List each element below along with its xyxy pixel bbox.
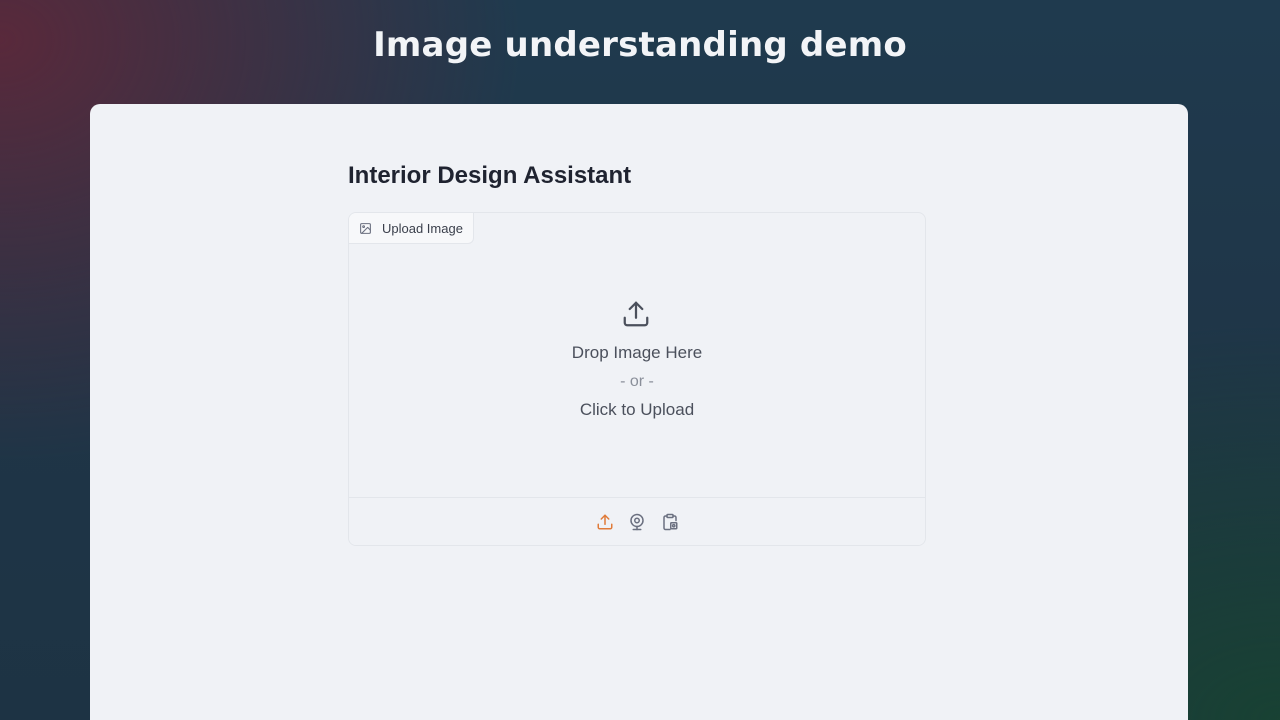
clipboard-source-icon[interactable] xyxy=(660,512,680,532)
webcam-source-icon[interactable] xyxy=(627,512,647,532)
image-upload-card: Upload Image Drop Image Here - or - Clic… xyxy=(348,212,926,546)
image-icon xyxy=(359,222,372,235)
source-selector-bar xyxy=(349,497,925,545)
section-heading: Interior Design Assistant xyxy=(348,162,632,189)
upload-source-icon[interactable] xyxy=(595,512,615,532)
image-input-label-text: Upload Image xyxy=(382,220,463,236)
app-title: Image understanding demo xyxy=(373,24,907,65)
image-dropzone[interactable]: Drop Image Here - or - Click to Upload xyxy=(349,243,925,497)
image-input-label: Upload Image xyxy=(349,213,474,244)
main-panel: Interior Design Assistant Upload Image D… xyxy=(90,104,1188,720)
upload-icon xyxy=(621,299,651,334)
drop-image-text: Drop Image Here xyxy=(571,343,703,362)
click-to-upload-text[interactable]: Click to Upload xyxy=(349,400,925,420)
or-separator-text: - or - xyxy=(620,373,654,390)
